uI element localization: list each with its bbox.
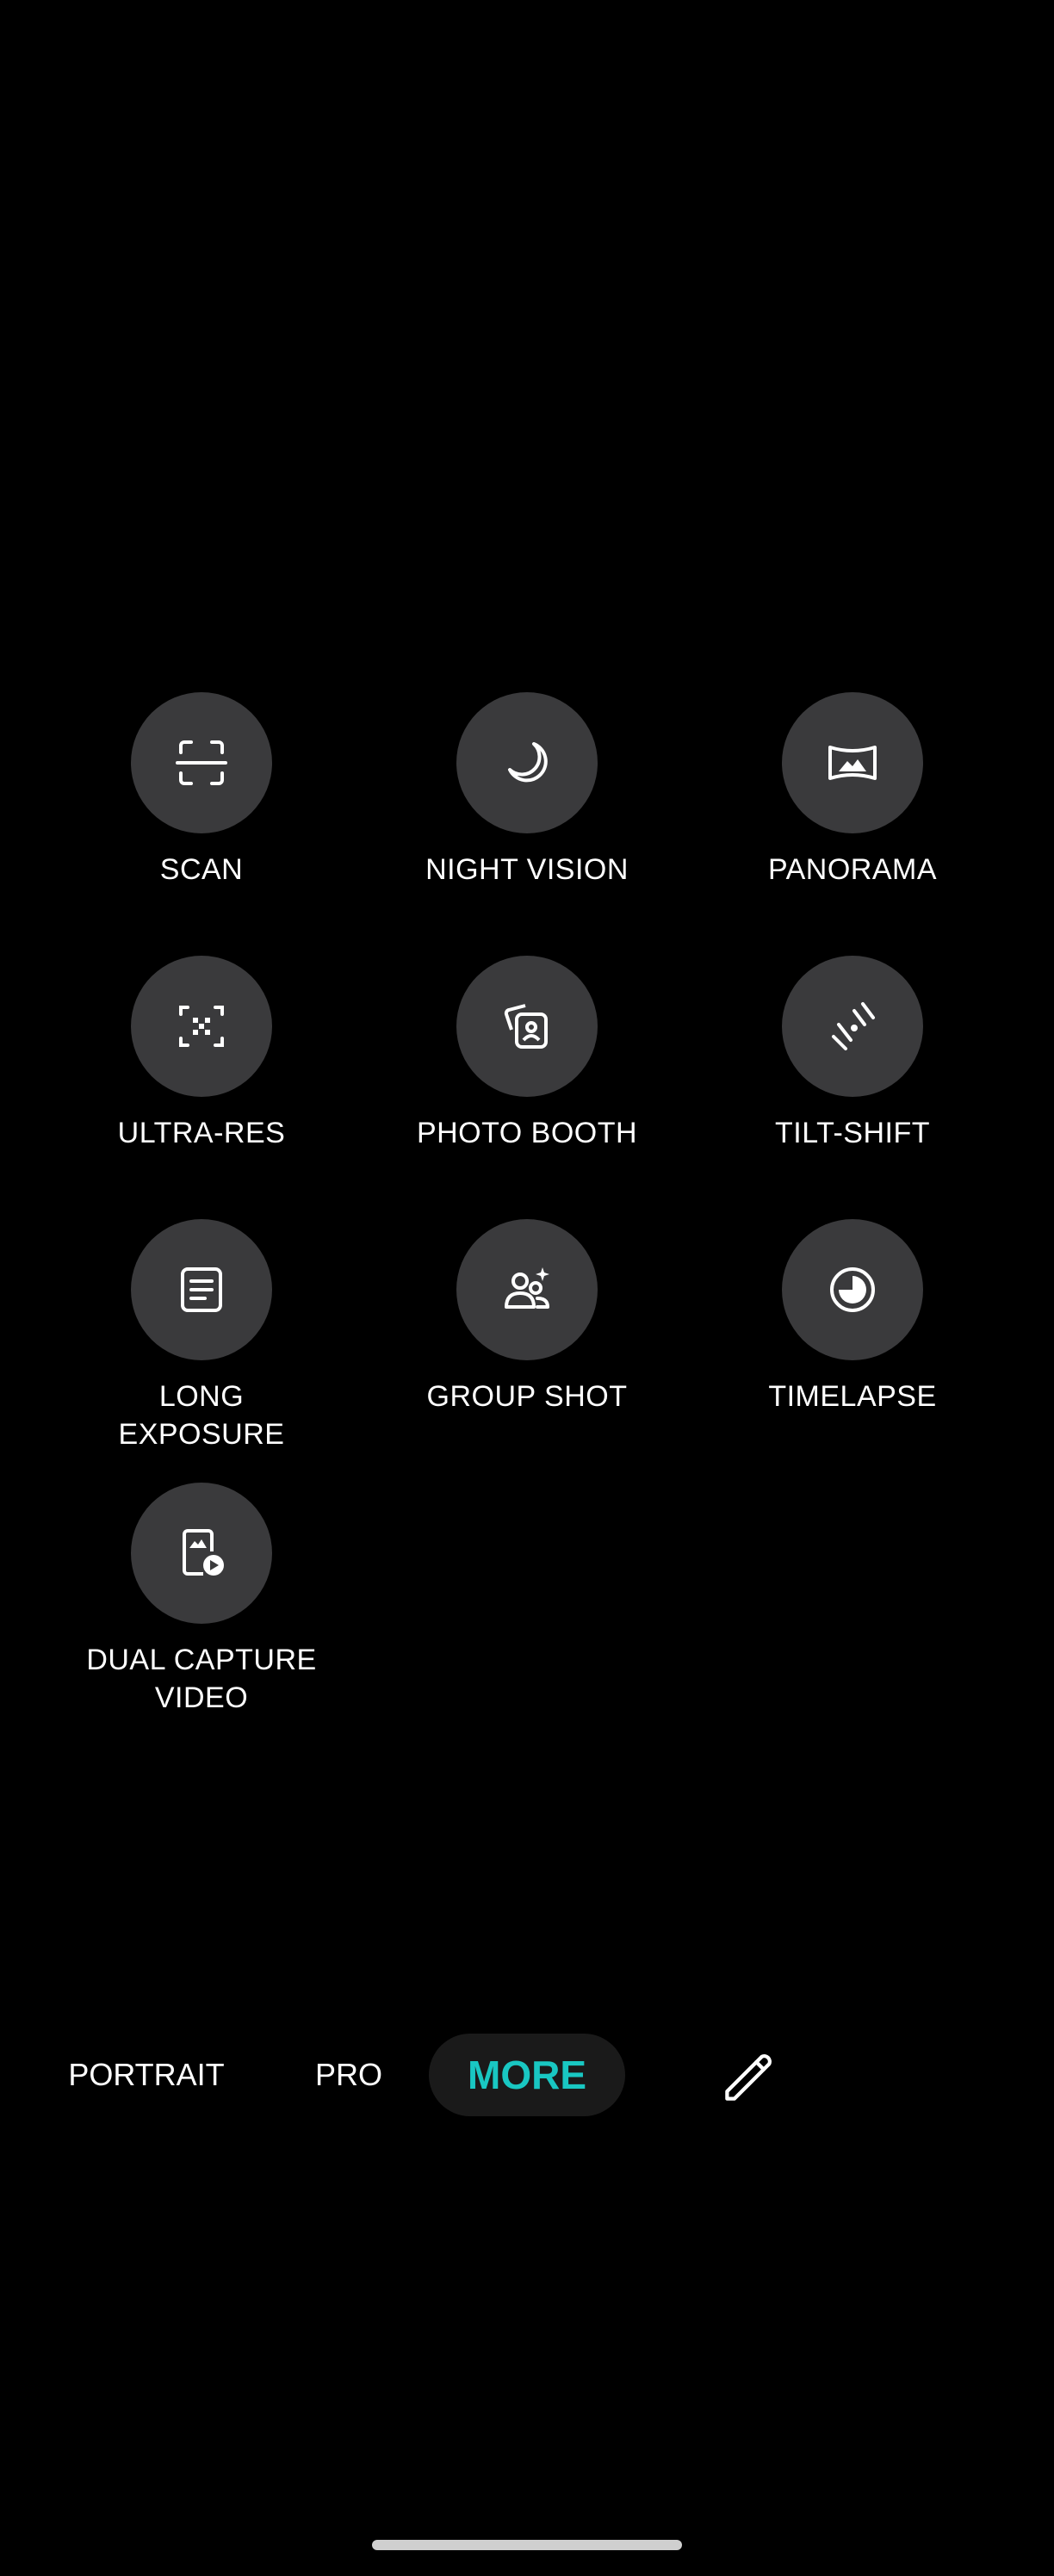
mode-dual-capture-video-button[interactable] xyxy=(131,1483,272,1624)
mode-label: ULTRA-RES xyxy=(117,1117,286,1149)
long-exposure-icon xyxy=(181,1267,222,1312)
moon-icon xyxy=(508,742,548,783)
mode-scan[interactable]: SCAN xyxy=(46,692,356,889)
mode-scan-button[interactable] xyxy=(131,692,272,833)
mode-label: LONG EXPOSURE xyxy=(118,1380,285,1451)
mode-photo-booth-button[interactable] xyxy=(456,956,598,1097)
mode-night-vision-button[interactable] xyxy=(456,692,598,833)
scan-icon xyxy=(176,740,227,785)
dual-capture-icon xyxy=(183,1529,224,1576)
mode-label: SCAN xyxy=(159,853,244,886)
mode-tilt-shift-button[interactable] xyxy=(782,956,923,1097)
mode-label: TILT-SHIFT xyxy=(774,1117,931,1149)
ultra-res-icon xyxy=(179,1006,224,1047)
home-indicator[interactable] xyxy=(372,2540,682,2550)
mode-long-exposure-button[interactable] xyxy=(131,1219,272,1360)
tab-more[interactable]: MORE xyxy=(429,2034,625,2116)
mode-label: GROUP SHOT xyxy=(426,1380,628,1413)
mode-group-shot-button[interactable] xyxy=(456,1219,598,1360)
mode-label: PHOTO BOOTH xyxy=(416,1117,638,1149)
mode-label: PANORAMA xyxy=(767,853,938,886)
camera-mode-bar: PORTRAIT PRO MORE xyxy=(0,2034,1054,2120)
mode-dual-capture-video[interactable]: DUAL CAPTURE VIDEO xyxy=(46,1483,356,1717)
mode-panorama[interactable]: PANORAMA xyxy=(698,692,1008,889)
mode-label: DUAL CAPTURE VIDEO xyxy=(86,1644,317,1714)
pencil-icon[interactable] xyxy=(722,2046,780,2104)
mode-label: TIMELAPSE xyxy=(768,1380,937,1413)
mode-group-shot[interactable]: GROUP SHOT xyxy=(372,1219,682,1415)
mode-long-exposure[interactable]: LONG EXPOSURE xyxy=(46,1219,356,1453)
tilt-shift-icon xyxy=(832,1002,875,1050)
timelapse-icon xyxy=(830,1267,875,1312)
mode-panorama-button[interactable] xyxy=(782,692,923,833)
mode-night-vision[interactable]: NIGHT VISION xyxy=(372,692,682,889)
panorama-icon xyxy=(828,746,877,780)
mode-tilt-shift[interactable]: TILT-SHIFT xyxy=(698,956,1008,1152)
tab-portrait[interactable]: PORTRAIT xyxy=(52,2034,241,2116)
mode-ultra-res-button[interactable] xyxy=(131,956,272,1097)
photo-booth-icon xyxy=(504,1004,548,1049)
mode-photo-booth[interactable]: PHOTO BOOTH xyxy=(372,956,682,1152)
mode-timelapse[interactable]: TIMELAPSE xyxy=(698,1219,1008,1415)
mode-label: NIGHT VISION xyxy=(425,853,629,886)
mode-ultra-res[interactable]: ULTRA-RES xyxy=(46,956,356,1152)
group-shot-icon xyxy=(505,1267,549,1309)
camera-modes-grid: SCAN NIGHT VISION PANORAMA ULTRA-RES PHO… xyxy=(0,0,1054,2576)
mode-timelapse-button[interactable] xyxy=(782,1219,923,1360)
tab-pro[interactable]: PRO xyxy=(301,2034,396,2116)
